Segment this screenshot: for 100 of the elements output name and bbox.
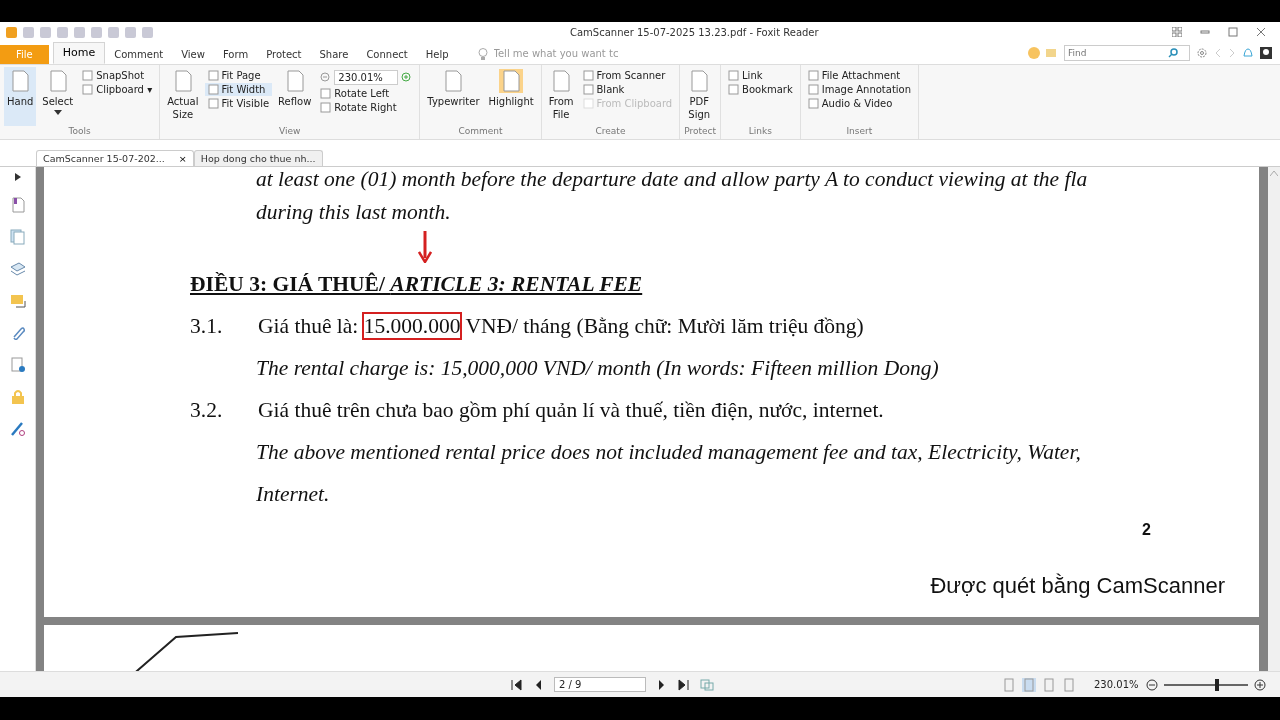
ribbon-button[interactable]: Fit Visible [204,97,273,110]
forward-icon[interactable] [1228,48,1236,58]
ribbon-tab[interactable]: Protect [257,46,311,64]
ribbon-button[interactable]: Fit Width [204,83,273,96]
section-heading: ĐIỀU 3: GIÁ THUÊ/ ARTICLE 3: RENTAL FEE [190,271,643,298]
ribbon-tab[interactable]: Share [310,46,358,64]
ribbon-tab[interactable]: Home [52,42,106,64]
ribbon-button[interactable]: Blank [579,83,676,96]
restore-icon[interactable] [1228,27,1238,37]
tool-icon [807,84,819,95]
bell-icon[interactable] [1242,47,1254,59]
tool-icon [582,84,594,95]
tell-me-field[interactable]: Tell me what you want tc [491,47,646,60]
group-label: Tools [67,126,92,138]
ribbon-button[interactable]: Link [725,69,796,82]
tool-icon [320,88,332,99]
tool-icon [207,98,219,109]
english-text: The above mentioned rental price does not included management fee and tax, Electricity, Water, [255,439,1081,466]
ribbon-tab[interactable]: Form [213,46,258,64]
ribbon-button[interactable]: From Scanner [579,69,676,82]
tool-icon [320,102,332,113]
user-icon[interactable] [1260,47,1272,59]
page-layout-icon[interactable] [1062,677,1076,692]
signature-icon[interactable] [9,357,26,373]
ribbon-button[interactable]: From File [545,67,577,126]
pen-icon[interactable] [9,421,26,437]
tool-icon [82,70,94,81]
scroll-up-icon[interactable] [1270,171,1278,176]
tool-icon [499,69,524,93]
ribbon-button[interactable]: Bookmark [725,83,796,96]
tool-icon [807,98,819,109]
expand-arrow-icon[interactable] [14,173,21,181]
ribbon-button[interactable]: Typewriter [424,67,483,126]
group-label: Comment [457,126,504,138]
page-layout-icon[interactable] [1022,677,1036,692]
zoom-field[interactable]: 230.01% [334,70,399,85]
page-layout-icon[interactable] [1002,677,1016,692]
last-page-icon[interactable] [678,678,690,691]
tool-icon [82,84,94,95]
lock-icon[interactable] [9,389,26,405]
ribbon-tab[interactable]: Comment [105,46,173,64]
zoom-in-icon[interactable] [1254,678,1266,691]
page-copy-icon[interactable] [700,678,714,691]
ribbon-button[interactable]: Highlight [485,67,537,126]
ribbon-button[interactable]: Audio & Video [804,97,915,110]
slider-thumb[interactable] [1214,678,1219,691]
english-text: during this last month. [255,199,451,226]
close-tab-button[interactable]: × [178,153,187,164]
tool-icon [207,84,219,95]
tool-icon [582,98,594,109]
window-title: CamScanner 15-07-2025 13.23.pdf - Foxit Reader [569,26,820,38]
layers-icon[interactable] [9,261,26,277]
close-icon[interactable] [1256,27,1266,37]
zoom-level[interactable]: 230.01% [1094,679,1146,690]
ribbon-button[interactable]: Actual Size [164,67,202,126]
ribbon-tab[interactable]: Connect [357,46,417,64]
search-box[interactable]: Find [1064,45,1190,61]
ribbon-tab[interactable]: View [172,46,214,64]
back-icon[interactable] [1214,48,1222,58]
page-number-field[interactable]: 2 / 9 [554,677,646,692]
ribbon-button[interactable]: Hand [4,67,37,126]
zoom-out-icon[interactable] [320,72,332,83]
ribbon-button[interactable]: Rotate Left [317,87,416,100]
pages-icon[interactable] [9,229,26,245]
down-arrow-annotation [418,231,432,263]
tool-icon [807,70,819,81]
scanner-footer: Được quét bằng CamScanner [930,573,1225,599]
first-page-icon[interactable] [510,678,522,691]
ribbon-button[interactable]: Clipboard ▾ [79,83,156,96]
settings-icon[interactable] [1196,47,1208,59]
minimize-icon[interactable] [1200,27,1210,37]
document-tab[interactable]: CamScanner 15-07-202... × [36,150,194,166]
ribbon-button[interactable]: Fit Page [204,69,273,82]
group-label: View [278,126,302,138]
search-icon[interactable] [1168,48,1178,58]
group-label: Create [594,126,627,138]
ribbon-button[interactable]: Reflow [275,67,315,126]
ribbon-button[interactable]: Image Annotation [804,83,915,96]
zoom-in-icon[interactable] [401,72,413,83]
ribbon-button[interactable]: File Attachment [804,69,915,82]
ribbon-tab[interactable]: Help [416,46,458,64]
grid-icon[interactable] [1172,27,1182,37]
ribbon-button[interactable]: Select [39,67,77,126]
bookmark-icon[interactable] [9,197,26,213]
tool-icon [728,84,740,95]
ribbon-button[interactable]: Rotate Right [317,101,416,114]
ribbon-button[interactable]: PDF Sign [684,67,715,126]
lightbulb-icon [477,47,488,60]
ribbon-button[interactable]: SnapShot [79,69,156,82]
tool-icon [728,70,740,81]
document-tab[interactable]: Hop dong cho thue nh... [193,150,323,166]
page-layout-icon[interactable] [1042,677,1056,692]
group-label: Protect [684,126,717,138]
page-number: 2 [1142,521,1151,539]
zoom-out-icon[interactable] [1146,678,1158,691]
english-text: The rental charge is: 15,000,000 VND/ month (In words: Fifteen million Dong) [255,355,939,382]
comment-icon[interactable] [9,293,26,309]
group-label: Insert [845,126,874,138]
clause-number: 3.1. [190,313,224,340]
english-text: Internet. [255,481,330,508]
